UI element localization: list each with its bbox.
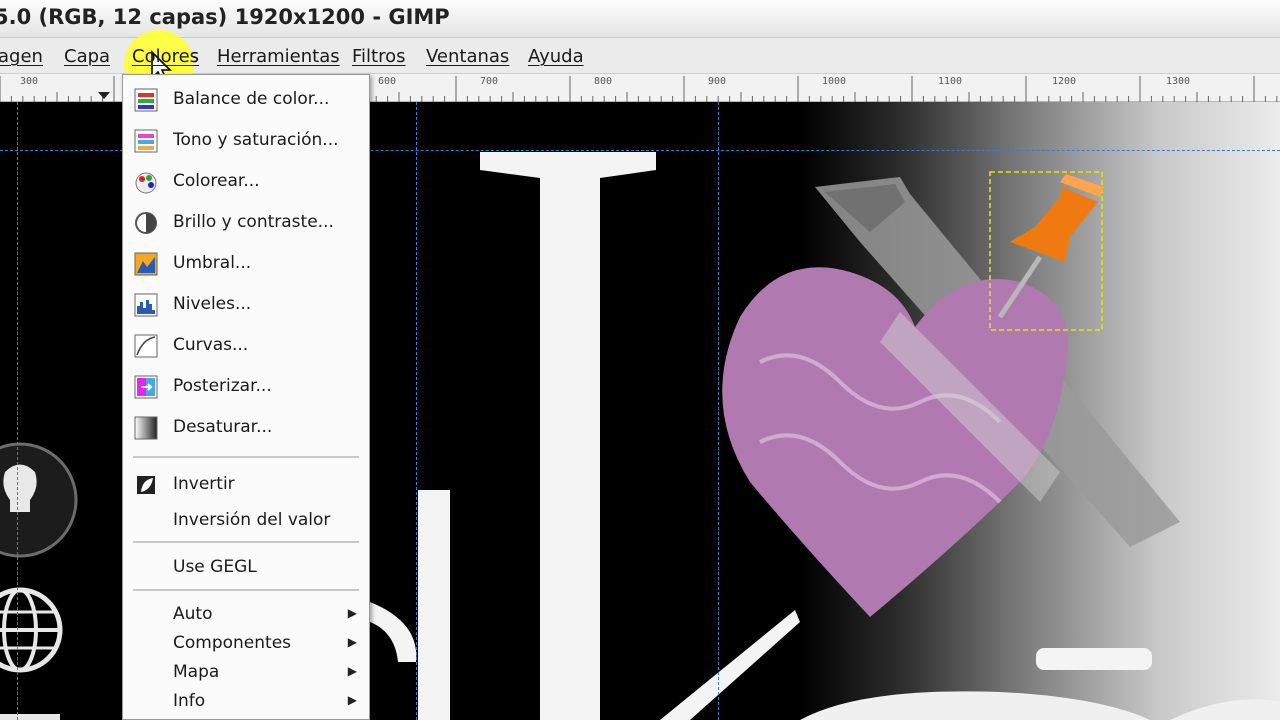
menu-separator [133, 456, 359, 458]
invert-icon [137, 476, 155, 494]
ruler-label: 600 [378, 76, 397, 87]
guide-vertical[interactable] [17, 102, 18, 720]
menu-item-balance-de-color[interactable]: Balance de color... [123, 81, 369, 119]
white-blob-shape [1170, 699, 1280, 720]
menu-imagen[interactable]: agen [0, 46, 43, 67]
menu-item-invertir[interactable]: Invertir [123, 466, 369, 504]
menu-item-label: Posterizar... [173, 376, 272, 396]
posterize-icon [134, 375, 158, 399]
ruler-label: 1100 [938, 76, 963, 87]
menu-ayuda[interactable]: Ayuda [528, 46, 584, 67]
ruler-label: 700 [480, 76, 499, 87]
white-blob-shape [800, 691, 1150, 720]
menu-item-label: Auto [173, 604, 213, 624]
menu-capa[interactable]: Capa [64, 46, 110, 67]
menu-ventanas[interactable]: Ventanas [426, 46, 509, 67]
ruler-label: 900 [708, 76, 727, 87]
menu-item-brillo-y-contraste[interactable]: Brillo y contraste... [123, 204, 369, 242]
menu-item-label: Info [173, 691, 206, 711]
script-stroke-shape [660, 610, 800, 720]
desaturate-icon [134, 416, 158, 440]
curl-shape [370, 602, 417, 662]
ruler-label: 300 [20, 76, 39, 87]
menu-item-label: Inversión del valor [173, 510, 331, 530]
ruler-label: 1000 [822, 76, 847, 87]
guide-vertical[interactable] [416, 102, 417, 720]
menu-colores-label[interactable]: Colores [132, 46, 199, 67]
colorize-icon [135, 172, 157, 194]
menu-item-label: Balance de color... [173, 89, 330, 109]
menu-item-use-gegl[interactable]: Use GEGL [123, 549, 369, 587]
pin-head-shape [1010, 187, 1098, 262]
submenu-arrow-icon: ▶ [347, 664, 357, 678]
menu-item-tono-y-saturacion[interactable]: Tono y saturación... [123, 122, 369, 160]
menu-item-umbral[interactable]: Umbral... [123, 245, 369, 283]
hue-saturation-icon [134, 129, 158, 153]
threshold-icon [134, 252, 158, 276]
menu-item-inversion-del-valor[interactable]: Inversión del valor [123, 502, 369, 540]
menu-item-curvas[interactable]: Curvas... [123, 327, 369, 365]
menu-item-label: Tono y saturación... [173, 130, 339, 150]
menu-item-label: Desaturar... [173, 417, 273, 437]
color-balance-icon [134, 88, 158, 112]
submenu-arrow-icon: ▶ [347, 606, 357, 620]
menu-item-posterizar[interactable]: Posterizar... [123, 368, 369, 406]
menu-item-label: Niveles... [173, 294, 252, 314]
submenu-arrow-icon: ▶ [347, 635, 357, 649]
menu-item-label: Umbral... [173, 253, 252, 273]
menu-herramientas[interactable]: Herramientas [217, 46, 340, 67]
menu-separator [133, 541, 359, 543]
title-bar: 5.0 (RGB, 12 capas) 1920x1200 - GIMP [0, 0, 1280, 38]
ruler-label: 800 [594, 76, 613, 87]
menu-separator [133, 589, 359, 591]
white-bar-shape [1036, 648, 1152, 670]
menu-item-info[interactable]: Info ▶ [123, 683, 369, 720]
curves-icon [134, 334, 158, 358]
menu-item-label: Colorear... [173, 171, 260, 191]
colores-menu: Balance de color... Tono y saturación...… [122, 74, 370, 720]
menu-item-label: Use GEGL [173, 557, 257, 577]
brightness-contrast-icon [135, 212, 157, 234]
levels-icon [134, 293, 158, 317]
cup-icon [0, 714, 60, 720]
letter-l-shape [418, 490, 450, 720]
menu-item-label: Invertir [173, 474, 235, 494]
menu-item-colorear[interactable]: Colorear... [123, 163, 369, 201]
ruler-label: 1200 [1052, 76, 1077, 87]
guide-vertical[interactable] [718, 102, 719, 720]
menu-item-niveles[interactable]: Niveles... [123, 286, 369, 324]
menu-item-label: Componentes [173, 633, 292, 653]
menu-filtros[interactable]: Filtros [352, 46, 406, 67]
menu-item-label: Brillo y contraste... [173, 212, 334, 232]
menu-item-label: Mapa [173, 662, 220, 682]
menu-item-label: Curvas... [173, 335, 249, 355]
ruler-pointer-icon [98, 92, 110, 99]
letter-i-shape [480, 152, 656, 720]
ruler-label: 1300 [1166, 76, 1191, 87]
submenu-arrow-icon: ▶ [347, 693, 357, 707]
menu-item-desaturar[interactable]: Desaturar... [123, 409, 369, 447]
window-title: 5.0 (RGB, 12 capas) 1920x1200 - GIMP [0, 5, 450, 29]
